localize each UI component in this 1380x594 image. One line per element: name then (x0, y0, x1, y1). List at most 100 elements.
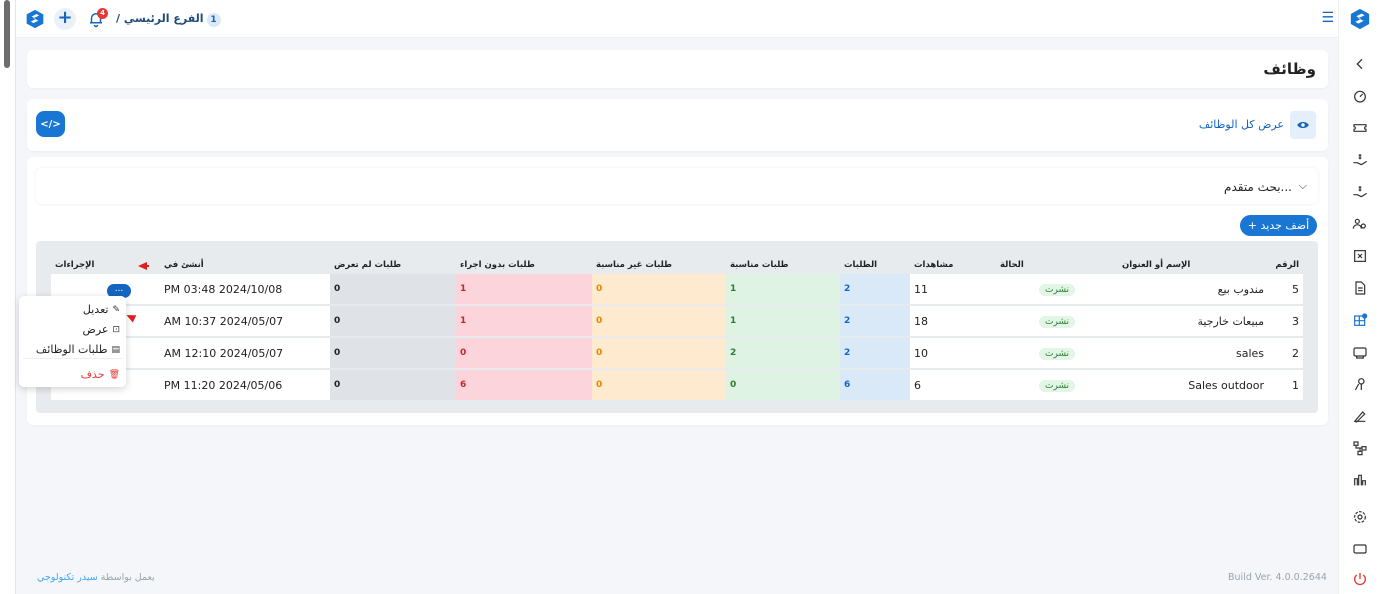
branch-label: الفرع الرئيسي / (116, 12, 204, 25)
trash-icon: 🗑 (108, 369, 120, 380)
app-logo-icon[interactable] (25, 9, 45, 29)
brand-logo-icon[interactable] (1349, 8, 1371, 30)
cell-views: 6 (910, 370, 996, 402)
table-container: الرقم الإسم أو العنوان الحالة مشاهدات ال… (36, 241, 1318, 413)
main-content: وظائف عرض كل الوظائف </> ⌵ بحث متقدم... … (16, 38, 1338, 594)
cell-status: نشرت (996, 338, 1118, 370)
menu-item-label: طلبات الوظائف (35, 343, 108, 356)
brand-link[interactable]: سيدر تكنولوجي (37, 572, 98, 583)
table-row[interactable]: 1 Sales outdoor نشرت 6 6 0 0 6 0 2024/05… (51, 370, 1303, 402)
menu-toggle-icon[interactable]: ☰ (1321, 10, 1334, 26)
cell-no-action: 1 (456, 274, 592, 306)
jobs-icon[interactable] (1351, 311, 1369, 329)
users-gear-icon[interactable] (1351, 215, 1369, 233)
header-unseen[interactable]: طلبات لم تعرض (330, 255, 456, 274)
header-number[interactable]: الرقم (1268, 255, 1303, 274)
powered-prefix: يعمل بواسطة (100, 572, 155, 583)
embed-code-button[interactable]: </> (36, 111, 65, 137)
cell-unseen: 0 (330, 370, 456, 402)
header-views[interactable]: مشاهدات (910, 255, 996, 274)
header-status[interactable]: الحالة (996, 255, 1118, 274)
header-requests[interactable]: الطلبات (840, 255, 910, 274)
eye-icon[interactable] (1290, 111, 1316, 139)
header-created[interactable]: أنشئ في (160, 255, 330, 274)
cell-unseen: 0 (330, 338, 456, 370)
build-version: Build Ver. 4.0.0.2644 (1228, 572, 1327, 583)
branch-breadcrumb[interactable]: 1الفرع الرئيسي / (116, 12, 221, 27)
dashboard-icon[interactable] (1351, 87, 1369, 105)
id-card-icon[interactable] (1351, 343, 1369, 361)
add-new-button[interactable]: + أضف جديد (1240, 215, 1317, 236)
chevron-down-icon: ⌵ (1298, 179, 1307, 192)
signature-icon[interactable] (1351, 407, 1369, 425)
table-header-row: الرقم الإسم أو العنوان الحالة مشاهدات ال… (51, 255, 1303, 274)
header-unsuitable[interactable]: طلبات غير مناسبة (592, 255, 726, 274)
cell-name: sales (1118, 338, 1268, 370)
cell-number: 1 (1268, 370, 1303, 402)
cell-status: نشرت (996, 306, 1118, 338)
scrollbar-thumb[interactable] (4, 0, 10, 68)
advanced-search-toggle[interactable]: ⌵ بحث متقدم... (36, 168, 1318, 204)
menu-item-view[interactable]: ⊡ عرض (83, 323, 120, 336)
chart-icon[interactable] (1351, 471, 1369, 489)
header-name[interactable]: الإسم أو العنوان (1118, 255, 1268, 274)
cell-views: 11 (910, 274, 996, 306)
top-bar: + 4 1الفرع الرئيسي / ☰ (16, 0, 1338, 38)
cell-suitable: 2 (726, 338, 840, 370)
header-no-action[interactable]: طلبات بدون اجراء (456, 255, 592, 274)
table-row[interactable]: 2 sales نشرت 10 2 2 0 0 0 2024/05/07 12:… (51, 338, 1303, 370)
add-shortcut-button[interactable]: + (54, 8, 76, 30)
toolbar-card: عرض كل الوظائف </> (27, 99, 1328, 151)
cell-suitable: 1 (726, 306, 840, 338)
cell-unsuitable: 0 (592, 306, 726, 338)
settings-icon[interactable] (1351, 508, 1369, 526)
header-suitable[interactable]: طلبات مناسبة (726, 255, 840, 274)
cell-no-action: 1 (456, 306, 592, 338)
cell-name: مبيعات خارجية (1118, 306, 1268, 338)
powered-by: يعمل بواسطة سيدر تكنولوجي (37, 572, 155, 583)
table-row[interactable]: 5 مندوب بيع نشرت 11 2 1 0 1 0 2024/10/08… (51, 274, 1303, 306)
archive-icon[interactable] (1351, 247, 1369, 265)
cell-status: نشرت (996, 274, 1118, 306)
cell-created: 2024/10/08 03:48 PM (160, 274, 330, 306)
table-row[interactable]: 3 مبيعات خارجية نشرت 18 2 1 0 1 0 2024/0… (51, 306, 1303, 338)
document-icon[interactable] (1351, 279, 1369, 297)
page-header-card: وظائف (27, 50, 1328, 88)
monitor-icon[interactable] (1351, 540, 1369, 558)
menu-item-label: عرض (82, 323, 109, 336)
cell-no-action: 0 (456, 338, 592, 370)
notification-badge: 4 (97, 8, 108, 19)
chevron-left-icon[interactable] (1351, 55, 1369, 73)
money-hand-icon[interactable] (1351, 183, 1369, 201)
cell-number: 5 (1268, 274, 1303, 306)
branch-number: 1 (206, 13, 221, 27)
cell-created: 2024/05/07 10:37 AM (160, 306, 330, 338)
ticket-icon[interactable] (1351, 119, 1369, 137)
cell-number: 2 (1268, 338, 1303, 370)
view-all-jobs-link[interactable]: عرض كل الوظائف (1199, 118, 1284, 131)
cell-suitable: 0 (726, 370, 840, 402)
power-icon[interactable] (1351, 570, 1369, 588)
annotation-arrow-tail (145, 265, 149, 267)
cell-unsuitable: 0 (592, 338, 726, 370)
advanced-search-label: بحث متقدم... (1224, 180, 1292, 194)
status-badge: نشرت (1039, 316, 1075, 328)
menu-item-delete[interactable]: 🗑 حذف (81, 368, 120, 381)
pencil-icon: ✎ (112, 304, 120, 315)
cell-unseen: 0 (330, 274, 456, 306)
cell-requests: 2 (840, 274, 910, 306)
cell-status: نشرت (996, 370, 1118, 402)
cell-no-action: 6 (456, 370, 592, 402)
status-badge: نشرت (1039, 284, 1075, 296)
row-actions-menu: ✎ تعديل ⊡ عرض ▤ طلبات الوظائف 🗑 حذف (19, 296, 126, 387)
badge-icon[interactable] (1351, 375, 1369, 393)
hierarchy-icon[interactable] (1351, 439, 1369, 457)
jobs-table: الرقم الإسم أو العنوان الحالة مشاهدات ال… (51, 255, 1303, 402)
status-badge: نشرت (1039, 348, 1075, 360)
cell-name: مندوب بيع (1118, 274, 1268, 306)
menu-item-edit[interactable]: ✎ تعديل (83, 303, 120, 316)
menu-item-job-requests[interactable]: ▤ طلبات الوظائف (36, 343, 120, 356)
cell-views: 10 (910, 338, 996, 370)
money-hand-icon[interactable] (1351, 151, 1369, 169)
cell-unsuitable: 0 (592, 274, 726, 306)
